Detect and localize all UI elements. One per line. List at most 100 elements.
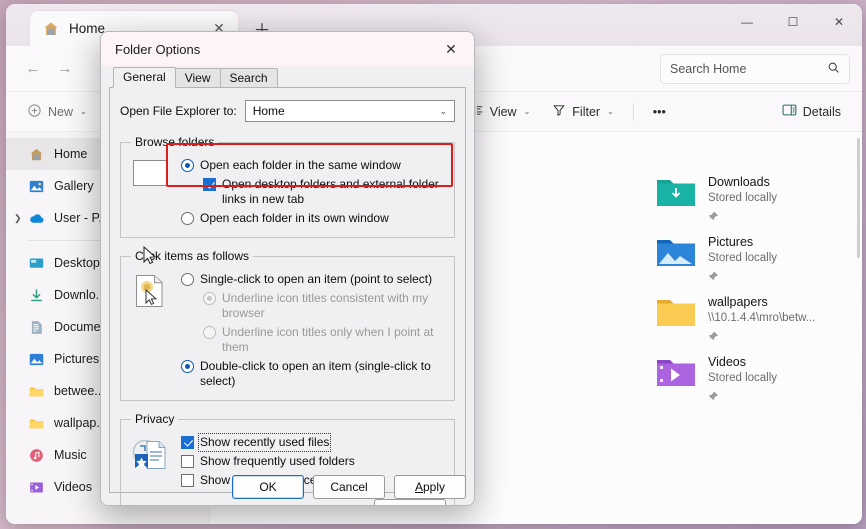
file-sub: Stored locally [708,252,778,264]
videos-folder-icon [656,354,696,393]
downloads-icon [28,287,45,304]
back-icon[interactable]: ← [18,54,48,84]
file-name: Pictures [708,235,754,249]
radio-same-window[interactable] [181,159,194,172]
checkbox-show-frequent[interactable] [181,455,194,468]
checkbox-new-tab[interactable] [203,178,216,191]
file-card-wallpapers[interactable]: wallpapers \\10.1.4.4\mro\betw... [656,294,815,347]
mouse-cursor-icon [143,245,157,265]
yellow-folder-icon [656,294,696,333]
search-input[interactable]: Search Home [660,53,850,84]
filter-icon [552,103,566,120]
ok-button[interactable]: OK [232,475,304,499]
browse-folders-group: Browse folders Open each folder in the s… [120,135,455,238]
option-underline-consistent-label: Underline icon titles consistent with my… [222,291,429,320]
toolbar-divider-2 [632,102,634,121]
view-button-label: View [489,104,517,119]
option-own-window[interactable]: Open each folder in its own window [181,209,446,228]
minimize-icon[interactable]: — [724,4,770,40]
music-icon [28,447,45,464]
chevron-down-icon: ⌄ [439,105,447,116]
filter-button-label: Filter [572,104,601,119]
folder-options-dialog: Folder Options ✕ General View Search Ope… [100,31,475,506]
radio-own-window[interactable] [181,212,194,225]
clear-history-label: Clear File Explorer history [181,504,319,505]
option-double-click[interactable]: Double-click to open an item (single-cli… [181,357,446,391]
option-underline-consistent: Underline icon titles consistent with my… [203,289,446,323]
pin-icon [708,389,777,407]
option-new-tab-label: Open desktop folders and external folder… [222,177,439,206]
file-card-pictures[interactable]: Pictures Stored locally [656,234,777,287]
more-options-button[interactable]: ••• [644,97,675,127]
new-button-label: New [48,104,74,119]
tab-search[interactable]: Search [219,68,278,88]
open-file-explorer-row: Open File Explorer to: Home ⌄ [120,100,455,122]
clear-button[interactable]: Clear [374,499,446,505]
option-show-recent[interactable]: Show recently used files [181,433,446,452]
file-sub: \\10.1.4.4\mro\betw... [708,312,816,324]
apply-button[interactable]: Apply [394,475,466,499]
file-name: Downloads [708,175,770,189]
search-icon [827,61,840,77]
option-double-click-label: Double-click to open an item (single-cli… [200,359,431,388]
filter-button[interactable]: Filter ⌄ [543,97,622,127]
chevron-right-icon[interactable]: ❯ [14,213,22,224]
privacy-legend: Privacy [135,412,175,426]
tab-view[interactable]: View [174,68,221,88]
sidebar-item-label: Gallery [54,179,94,193]
folder-icon [28,383,45,400]
sidebar-item-label: Pictures [54,352,100,366]
option-own-window-label: Open each folder in its own window [200,211,389,225]
chevron-down-icon: ⌄ [80,107,87,116]
tab-general[interactable]: General [113,67,176,88]
details-pane-button[interactable]: Details [773,97,850,127]
dialog-close-icon[interactable]: ✕ [434,36,468,62]
cancel-button[interactable]: Cancel [313,475,385,499]
option-same-window[interactable]: Open each folder in the same window [181,156,446,175]
window-controls: — ☐ ✕ [724,4,862,46]
documents-icon [28,319,45,336]
click-items-group: Click items as follows Single-click to o… [120,249,455,401]
desktop-icon [28,255,45,272]
option-new-tab[interactable]: Open desktop folders and external folder… [203,175,446,209]
radio-underline-consistent [203,292,216,305]
file-sub: Stored locally [708,192,778,204]
open-file-explorer-select[interactable]: Home ⌄ [244,100,455,122]
folder-icon [28,415,45,432]
file-card-downloads[interactable]: Downloads Stored locally [656,174,777,227]
clear-button-rest: lear [404,504,424,505]
home-icon [28,146,45,163]
forward-icon[interactable]: → [50,54,80,84]
option-show-frequent[interactable]: Show frequently used folders [181,452,446,471]
option-single-click[interactable]: Single-click to open an item (point to s… [181,270,446,289]
file-name: Videos [708,355,746,369]
dialog-tabstrip: General View Search [109,66,466,88]
home-icon [42,20,60,38]
content-scrollbar[interactable] [857,138,860,258]
sidebar-item-label: betwee... [54,384,105,398]
radio-double-click[interactable] [181,360,194,373]
option-underline-point: Underline icon titles only when I point … [203,323,446,357]
radio-single-click[interactable] [181,273,194,286]
option-same-window-label: Open each folder in the same window [200,158,401,172]
checkbox-show-recent[interactable] [181,436,194,449]
file-card-videos[interactable]: Videos Stored locally [656,354,777,407]
new-button[interactable]: New ⌄ [18,97,96,127]
general-tab-pane: Open File Explorer to: Home ⌄ Browse fol… [109,87,466,505]
dialog-body: General View Search Open File Explorer t… [101,66,474,505]
maximize-icon[interactable]: ☐ [770,4,816,40]
chevron-down-icon: ⌄ [607,107,614,116]
window-close-icon[interactable]: ✕ [816,4,862,40]
window-icon [129,156,171,228]
search-placeholder: Search Home [670,61,747,76]
file-name: wallpapers [708,295,768,309]
option-underline-point-label: Underline icon titles only when I point … [222,325,434,354]
videos-icon [28,479,45,496]
dialog-title: Folder Options [115,41,201,57]
details-pane-icon [782,103,797,120]
gallery-icon [28,178,45,195]
pin-icon [708,269,777,287]
chevron-down-icon: ⌄ [523,107,531,116]
pin-icon [708,209,777,227]
dialog-titlebar: Folder Options ✕ [101,32,474,66]
